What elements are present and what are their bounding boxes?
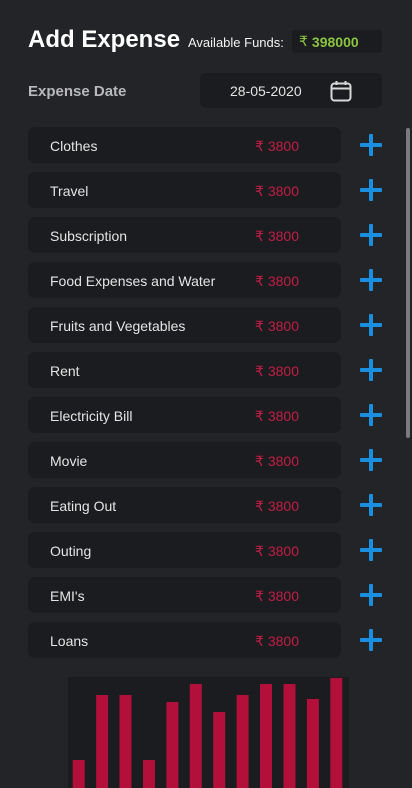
expense-row: Rent ₹ 3800 — [28, 352, 386, 397]
expense-item[interactable]: Rent ₹ 3800 — [28, 352, 341, 388]
expense-name: Rent — [50, 363, 80, 379]
expense-name: Food Expenses and Water — [50, 273, 216, 289]
chart-bar — [119, 695, 132, 788]
expense-name: Outing — [50, 543, 92, 559]
expense-item[interactable]: Clothes ₹ 3800 — [28, 127, 341, 163]
add-icon[interactable] — [360, 584, 382, 606]
expense-amount: ₹ 3800 — [255, 273, 299, 289]
expense-name: Eating Out — [50, 498, 117, 514]
expense-item[interactable]: Movie ₹ 3800 — [28, 442, 341, 478]
expense-name: Fruits and Vegetables — [50, 318, 186, 334]
chart-bar — [189, 684, 202, 788]
chart-bar — [72, 760, 85, 788]
expense-item[interactable]: Subscription ₹ 3800 — [28, 217, 341, 253]
add-icon[interactable] — [360, 539, 382, 561]
expense-item[interactable]: EMI's ₹ 3800 — [28, 577, 341, 613]
expense-amount: ₹ 3800 — [255, 633, 299, 649]
expense-item[interactable]: Loans ₹ 3800 — [28, 622, 341, 658]
header: Add Expense Available Funds: ₹ 398000 — [28, 24, 382, 58]
expense-amount: ₹ 3800 — [255, 138, 299, 154]
expense-row: Food Expenses and Water ₹ 3800 — [28, 262, 386, 307]
expense-item[interactable]: Food Expenses and Water ₹ 3800 — [28, 262, 341, 298]
expense-list: Clothes ₹ 3800 Travel ₹ 3800 Subscription ₹ 3… — [28, 127, 386, 667]
expense-row: Eating Out ₹ 3800 — [28, 487, 386, 532]
date-value: 28-05-2020 — [230, 83, 302, 99]
chart-bar — [143, 760, 155, 788]
add-icon[interactable] — [360, 494, 382, 516]
expense-row: Subscription ₹ 3800 — [28, 217, 386, 262]
date-picker[interactable]: 28-05-2020 — [200, 73, 382, 108]
expense-item[interactable]: Travel ₹ 3800 — [28, 172, 341, 208]
add-icon[interactable] — [360, 449, 382, 471]
expense-row: Fruits and Vegetables ₹ 3800 — [28, 307, 386, 352]
funds-amount: 398000 — [311, 33, 359, 50]
expense-name: Clothes — [50, 138, 98, 154]
expense-name: EMI's — [50, 588, 85, 604]
expense-amount: ₹ 3800 — [255, 408, 299, 424]
expense-name: Subscription — [50, 228, 128, 244]
add-icon[interactable] — [360, 269, 382, 291]
chart-bar — [213, 712, 226, 788]
expense-item[interactable]: Electricity Bill ₹ 3800 — [28, 397, 341, 433]
expense-row: Movie ₹ 3800 — [28, 442, 386, 487]
expense-row: Electricity Bill ₹ 3800 — [28, 397, 386, 442]
chart-bar — [260, 684, 272, 788]
available-funds-value: ₹ 398000 — [292, 30, 382, 53]
chart-bar — [330, 678, 343, 788]
add-icon[interactable] — [360, 359, 382, 381]
chart-svg — [72, 678, 343, 788]
chart-bar — [96, 695, 109, 788]
expense-bar-chart — [68, 677, 349, 788]
page-title: Add Expense — [28, 26, 181, 53]
add-icon[interactable] — [360, 629, 382, 651]
chart-bar — [236, 695, 249, 788]
expense-amount: ₹ 3800 — [255, 318, 299, 334]
expense-row: EMI's ₹ 3800 — [28, 577, 386, 622]
expense-item[interactable]: Fruits and Vegetables ₹ 3800 — [28, 307, 341, 343]
expense-item[interactable]: Outing ₹ 3800 — [28, 532, 341, 568]
add-icon[interactable] — [360, 224, 382, 246]
expense-name: Loans — [50, 633, 89, 649]
expense-item[interactable]: Eating Out ₹ 3800 — [28, 487, 341, 523]
add-icon[interactable] — [360, 404, 382, 426]
expense-amount: ₹ 3800 — [255, 498, 299, 514]
expense-row: Outing ₹ 3800 — [28, 532, 386, 577]
add-icon[interactable] — [360, 179, 382, 201]
expense-row: Travel ₹ 3800 — [28, 172, 386, 217]
expense-name: Travel — [50, 183, 89, 199]
scrollbar[interactable] — [406, 128, 410, 438]
expense-amount: ₹ 3800 — [255, 453, 299, 469]
expense-name: Movie — [50, 453, 88, 469]
expense-date-label: Expense Date — [28, 83, 127, 100]
available-funds-label: Available Funds: — [188, 35, 284, 50]
expense-row: Clothes ₹ 3800 — [28, 127, 386, 172]
expense-amount: ₹ 3800 — [255, 588, 299, 604]
expense-row: Loans ₹ 3800 — [28, 622, 386, 667]
expense-amount: ₹ 3800 — [255, 543, 299, 559]
calendar-icon[interactable] — [330, 80, 352, 102]
expense-amount: ₹ 3800 — [255, 363, 299, 379]
add-icon[interactable] — [360, 314, 382, 336]
add-icon[interactable] — [360, 134, 382, 156]
chart-bar — [306, 699, 319, 788]
expense-amount: ₹ 3800 — [255, 183, 299, 199]
chart-bar — [283, 684, 296, 788]
expense-amount: ₹ 3800 — [255, 228, 299, 244]
expense-date-row: Expense Date 28-05-2020 — [28, 73, 382, 108]
chart-bar — [166, 702, 179, 788]
expense-name: Electricity Bill — [50, 408, 133, 424]
rupee-symbol: ₹ — [299, 33, 308, 49]
